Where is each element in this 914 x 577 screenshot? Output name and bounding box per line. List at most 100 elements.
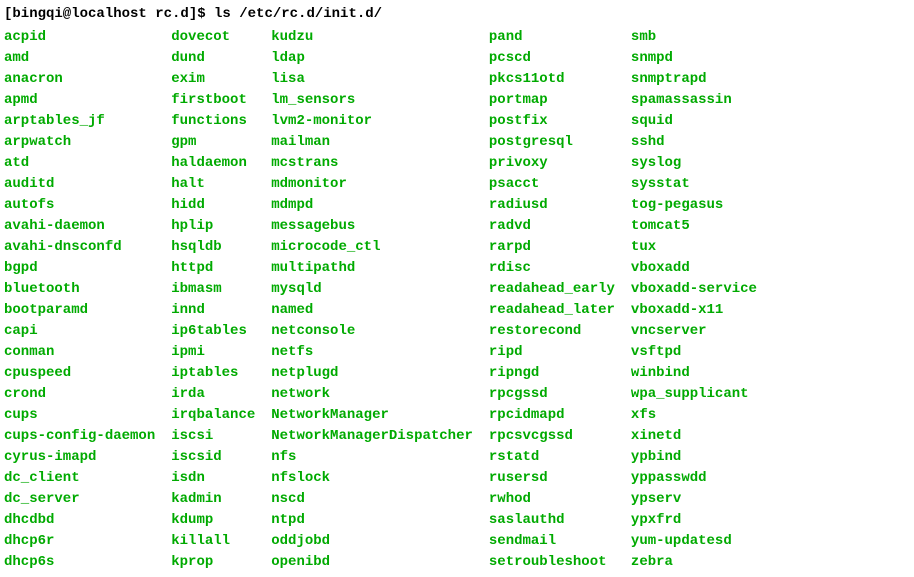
file-entry: yum-updatesd [631,531,757,552]
file-entry: rdisc [489,258,615,279]
file-entry: atd [4,153,155,174]
file-entry: apmd [4,90,155,111]
file-entry: postfix [489,111,615,132]
file-entry: irqbalance [171,405,255,426]
file-entry: iscsi [171,426,255,447]
file-entry: rusersd [489,468,615,489]
file-entry: privoxy [489,153,615,174]
file-entry: vboxadd-x11 [631,300,757,321]
file-entry: portmap [489,90,615,111]
file-entry: readahead_early [489,279,615,300]
file-entry: mcstrans [271,153,473,174]
file-entry: ypbind [631,447,757,468]
file-entry: irda [171,384,255,405]
file-entry: radiusd [489,195,615,216]
file-entry: winbind [631,363,757,384]
file-entry: tog-pegasus [631,195,757,216]
file-entry: halt [171,174,255,195]
file-entry: named [271,300,473,321]
file-entry: haldaemon [171,153,255,174]
file-entry: tux [631,237,757,258]
file-entry: spamassassin [631,90,757,111]
file-entry: setroubleshoot [489,552,615,573]
file-entry: avahi-dnsconfd [4,237,155,258]
file-entry: squid [631,111,757,132]
file-entry: wpa_supplicant [631,384,757,405]
file-entry: radvd [489,216,615,237]
file-entry: sendmail [489,531,615,552]
file-entry: isdn [171,468,255,489]
file-entry: snmpd [631,48,757,69]
file-entry: saslauthd [489,510,615,531]
file-entry: amd [4,48,155,69]
file-entry: lm_sensors [271,90,473,111]
file-entry: functions [171,111,255,132]
file-entry: ipmi [171,342,255,363]
file-entry: dovecot [171,27,255,48]
file-entry: rpcgssd [489,384,615,405]
file-entry: oddjobd [271,531,473,552]
file-entry: readahead_later [489,300,615,321]
file-entry: cups-config-daemon [4,426,155,447]
file-entry: vncserver [631,321,757,342]
file-entry: vboxadd [631,258,757,279]
file-entry: netconsole [271,321,473,342]
file-entry: lisa [271,69,473,90]
file-entry: anacron [4,69,155,90]
file-entry: bluetooth [4,279,155,300]
file-entry: firstboot [171,90,255,111]
file-entry: openibd [271,552,473,573]
file-entry: ypxfrd [631,510,757,531]
file-entry: kprop [171,552,255,573]
file-entry: innd [171,300,255,321]
file-entry: mysqld [271,279,473,300]
file-entry: cups [4,405,155,426]
file-entry: kadmin [171,489,255,510]
file-entry: rpcidmapd [489,405,615,426]
file-entry: netfs [271,342,473,363]
file-entry: cpuspeed [4,363,155,384]
file-entry: rpcsvcgssd [489,426,615,447]
file-entry: tomcat5 [631,216,757,237]
file-entry: ip6tables [171,321,255,342]
file-entry: NetworkManagerDispatcher [271,426,473,447]
file-entry: gpm [171,132,255,153]
file-entry: vboxadd-service [631,279,757,300]
directory-listing: acpidamdanacronapmdarptables_jfarpwatcha… [4,27,910,573]
file-entry: acpid [4,27,155,48]
file-entry: smb [631,27,757,48]
file-entry: iptables [171,363,255,384]
file-entry: dund [171,48,255,69]
file-entry: nscd [271,489,473,510]
file-entry: xinetd [631,426,757,447]
file-entry: mdmonitor [271,174,473,195]
listing-column-3: kudzuldaplisalm_sensorslvm2-monitormailm… [271,27,473,573]
file-entry: netplugd [271,363,473,384]
file-entry: lvm2-monitor [271,111,473,132]
file-entry: conman [4,342,155,363]
file-entry: multipathd [271,258,473,279]
file-entry: arptables_jf [4,111,155,132]
file-entry: pand [489,27,615,48]
file-entry: dhcdbd [4,510,155,531]
file-entry: syslog [631,153,757,174]
file-entry: restorecond [489,321,615,342]
file-entry: httpd [171,258,255,279]
file-entry: cyrus-imapd [4,447,155,468]
file-entry: bootparamd [4,300,155,321]
file-entry: capi [4,321,155,342]
file-entry: ibmasm [171,279,255,300]
listing-column-1: acpidamdanacronapmdarptables_jfarpwatcha… [4,27,155,573]
file-entry: sysstat [631,174,757,195]
file-entry: mdmpd [271,195,473,216]
file-entry: rarpd [489,237,615,258]
file-entry: autofs [4,195,155,216]
listing-column-5: smbsnmpdsnmptrapdspamassassinsquidsshdsy… [631,27,757,573]
file-entry: pkcs11otd [489,69,615,90]
file-entry: ypserv [631,489,757,510]
file-entry: microcode_ctl [271,237,473,258]
file-entry: vsftpd [631,342,757,363]
file-entry: arpwatch [4,132,155,153]
file-entry: hplip [171,216,255,237]
file-entry: auditd [4,174,155,195]
